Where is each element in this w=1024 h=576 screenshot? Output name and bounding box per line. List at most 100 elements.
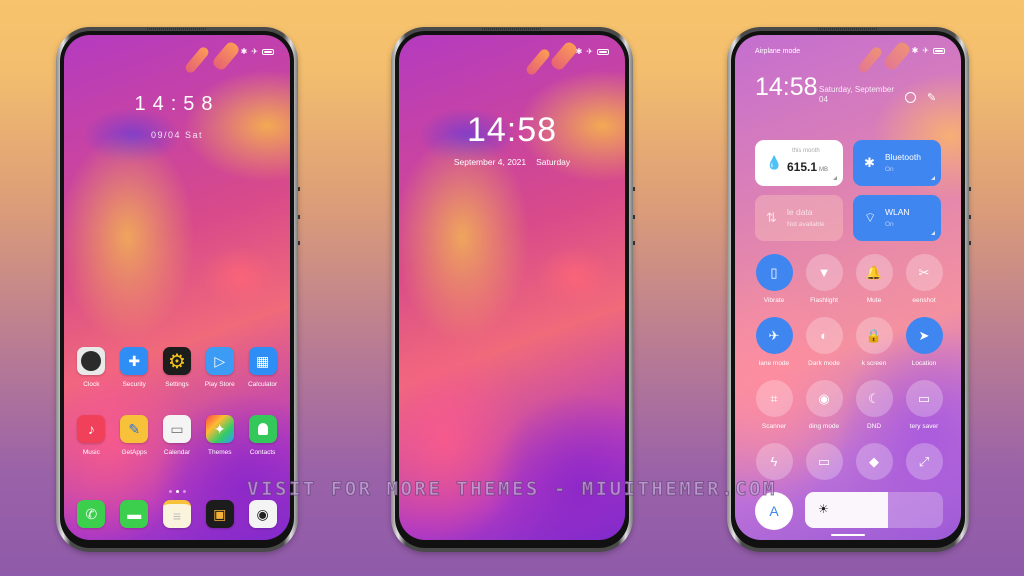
camera-icon: ◉ bbox=[248, 500, 277, 528]
page-indicator bbox=[64, 480, 290, 498]
calculator-icon: ▦ bbox=[248, 347, 277, 375]
wlan-tile[interactable]: ⌔ WLAN On bbox=[853, 195, 941, 241]
dark-mode-icon: ◐ bbox=[805, 317, 843, 354]
toggle-lightning[interactable]: ϟ bbox=[748, 443, 800, 486]
sun-icon: ☀ bbox=[818, 502, 829, 516]
battery-saver-icon: ▭ bbox=[905, 380, 943, 417]
app-play-store[interactable]: ▷ Play Store bbox=[199, 347, 241, 388]
scanner-icon: ⌗ bbox=[755, 380, 793, 417]
lock-icon: 🔒 bbox=[855, 317, 893, 354]
gallery-icon: ▣ bbox=[205, 500, 234, 528]
toggle-link[interactable]: ◆ bbox=[848, 443, 900, 486]
dock-messages[interactable]: ▬ bbox=[113, 500, 155, 528]
lightning-icon: ϟ bbox=[755, 443, 793, 480]
airplane-mode-label: Airplane mode bbox=[755, 48, 801, 55]
toggle-eye[interactable]: ◉ ding mode bbox=[798, 380, 850, 430]
app-calculator[interactable]: ▦ Calculator bbox=[242, 347, 284, 388]
water-drop-icon: 💧 bbox=[766, 155, 783, 170]
contacts-icon bbox=[248, 415, 277, 443]
bluetooth-icon: ✱ bbox=[240, 47, 248, 56]
toggle-label: ding mode bbox=[808, 423, 840, 430]
dock-camera[interactable]: ◉ bbox=[242, 500, 284, 528]
toggle-label: lane mode bbox=[758, 360, 790, 367]
toggle-vibrate[interactable]: ▯ Vibrate bbox=[748, 254, 800, 304]
cc-date: Saturday, September 04 bbox=[819, 85, 895, 104]
calendar-icon: ▭ bbox=[162, 415, 191, 443]
airplane-icon: ✈ bbox=[586, 47, 593, 56]
home-indicator[interactable] bbox=[831, 534, 865, 536]
music-icon: ♪ bbox=[77, 415, 106, 443]
wifi-icon: ⌔ bbox=[864, 210, 877, 225]
phone-icon: ✆ bbox=[77, 500, 106, 528]
toggle-expand[interactable]: ⤢ bbox=[898, 443, 950, 486]
clock-widget-date: 09/04 Sat bbox=[150, 130, 204, 140]
airplane-icon: ✈ bbox=[755, 317, 793, 354]
app-music[interactable]: ♪ Music bbox=[70, 415, 112, 456]
battery-icon bbox=[933, 47, 945, 54]
app-getapps[interactable]: ✎ GetApps bbox=[113, 415, 155, 456]
toggle-battery-saver[interactable]: ▭ tery saver bbox=[898, 380, 950, 430]
app-settings[interactable]: ⚙ Settings bbox=[156, 347, 198, 388]
link-icon: ◆ bbox=[855, 443, 893, 480]
eye-icon: ◉ bbox=[805, 380, 843, 417]
battery-icon bbox=[597, 48, 609, 55]
toggle-dark-mode[interactable]: ◐ Dark mode bbox=[798, 317, 850, 367]
vibrate-icon: ▯ bbox=[755, 254, 793, 291]
app-contacts[interactable]: Contacts bbox=[242, 415, 284, 456]
app-clock[interactable]: Clock bbox=[70, 347, 112, 388]
app-security[interactable]: ✚ Security bbox=[113, 347, 155, 388]
mobile-data-arrows-icon: ⇅ bbox=[766, 210, 777, 225]
toggle-label: DND bbox=[866, 423, 882, 430]
edit-icon[interactable]: ✎ bbox=[927, 91, 936, 104]
home-screen: ✱ ✈ 14:58 09/04 Sat Clock ✚ Security ⚙ Set… bbox=[64, 35, 290, 540]
toggle-flashlight[interactable]: ▼ Flashlight bbox=[798, 254, 850, 304]
bell-icon: 🔔 bbox=[855, 254, 893, 291]
clock-icon bbox=[77, 347, 106, 375]
toggle-label: Location bbox=[911, 360, 937, 367]
toggle-moon[interactable]: ☾ DND bbox=[848, 380, 900, 430]
messages-icon: ▬ bbox=[120, 500, 149, 528]
settings-gear-icon[interactable] bbox=[905, 92, 916, 103]
toggle-bell[interactable]: 🔔 Mute bbox=[848, 254, 900, 304]
bluetooth-icon: ✱ bbox=[864, 155, 875, 170]
airplane-icon: ✈ bbox=[251, 47, 258, 56]
app-calendar[interactable]: ▭ Calendar bbox=[156, 415, 198, 456]
location-arrow-icon: ➤ bbox=[905, 317, 943, 354]
bluetooth-tile[interactable]: ✱ Bluetooth On bbox=[853, 140, 941, 186]
toggle-lock[interactable]: 🔒 k screen bbox=[848, 317, 900, 367]
toggle-screenshot-scissors[interactable]: ✂ eenshot bbox=[898, 254, 950, 304]
phone-control-center: Airplane mode ✱ ✈ 14:58 Saturday, Septem… bbox=[727, 27, 971, 552]
bluetooth-icon: ✱ bbox=[575, 47, 583, 56]
dock-notes[interactable]: ≡ bbox=[156, 500, 198, 528]
app-row-1: Clock ✚ Security ⚙ Settings ▷ Play Store ▦ C… bbox=[64, 347, 290, 388]
shield-icon: ✚ bbox=[120, 347, 149, 375]
auto-brightness-button[interactable]: A bbox=[755, 492, 793, 530]
moon-icon: ☾ bbox=[855, 380, 893, 417]
lock-date: September 4, 2021 Saturday bbox=[453, 157, 571, 167]
getapps-icon: ✎ bbox=[120, 415, 149, 443]
app-row-2: ♪ Music ✎ GetApps ▭ Calendar ✦ Themes Contac… bbox=[64, 415, 290, 456]
notes-icon: ≡ bbox=[162, 500, 191, 528]
screenshot-scissors-icon: ✂ bbox=[905, 254, 943, 291]
lock-screen: ✱ ✈ 14:58 September 4, 2021 Saturday bbox=[399, 35, 625, 540]
status-bar: ✱ ✈ bbox=[241, 47, 274, 56]
toggle-label: tery saver bbox=[909, 423, 939, 430]
dock-gallery[interactable]: ▣ bbox=[199, 500, 241, 528]
toggle-cast-screen[interactable]: ▭ bbox=[798, 443, 850, 486]
toggle-scanner[interactable]: ⌗ Scanner bbox=[748, 380, 800, 430]
status-bar: ✱ ✈ bbox=[576, 47, 609, 56]
status-bar: ✱ ✈ bbox=[912, 46, 945, 55]
dock: ✆ ▬ ≡ ▣ ◉ bbox=[64, 500, 290, 528]
toggle-airplane[interactable]: ✈ lane mode bbox=[748, 317, 800, 367]
mobile-data-tile[interactable]: ⇅ le data Not available bbox=[755, 195, 843, 241]
dock-phone[interactable]: ✆ bbox=[70, 500, 112, 528]
expand-icon: ⤢ bbox=[905, 443, 943, 480]
play-store-icon: ▷ bbox=[205, 347, 234, 375]
gear-icon: ⚙ bbox=[162, 347, 191, 375]
toggle-location-arrow[interactable]: ➤ Location bbox=[898, 317, 950, 367]
data-usage-tile[interactable]: 💧 this month 615.1 MB bbox=[755, 140, 843, 186]
brightness-slider[interactable]: ☀ bbox=[805, 492, 943, 528]
toggle-label: Mute bbox=[866, 297, 882, 304]
app-themes[interactable]: ✦ Themes bbox=[199, 415, 241, 456]
phone-lock-screen: ✱ ✈ 14:58 September 4, 2021 Saturday bbox=[391, 27, 635, 552]
